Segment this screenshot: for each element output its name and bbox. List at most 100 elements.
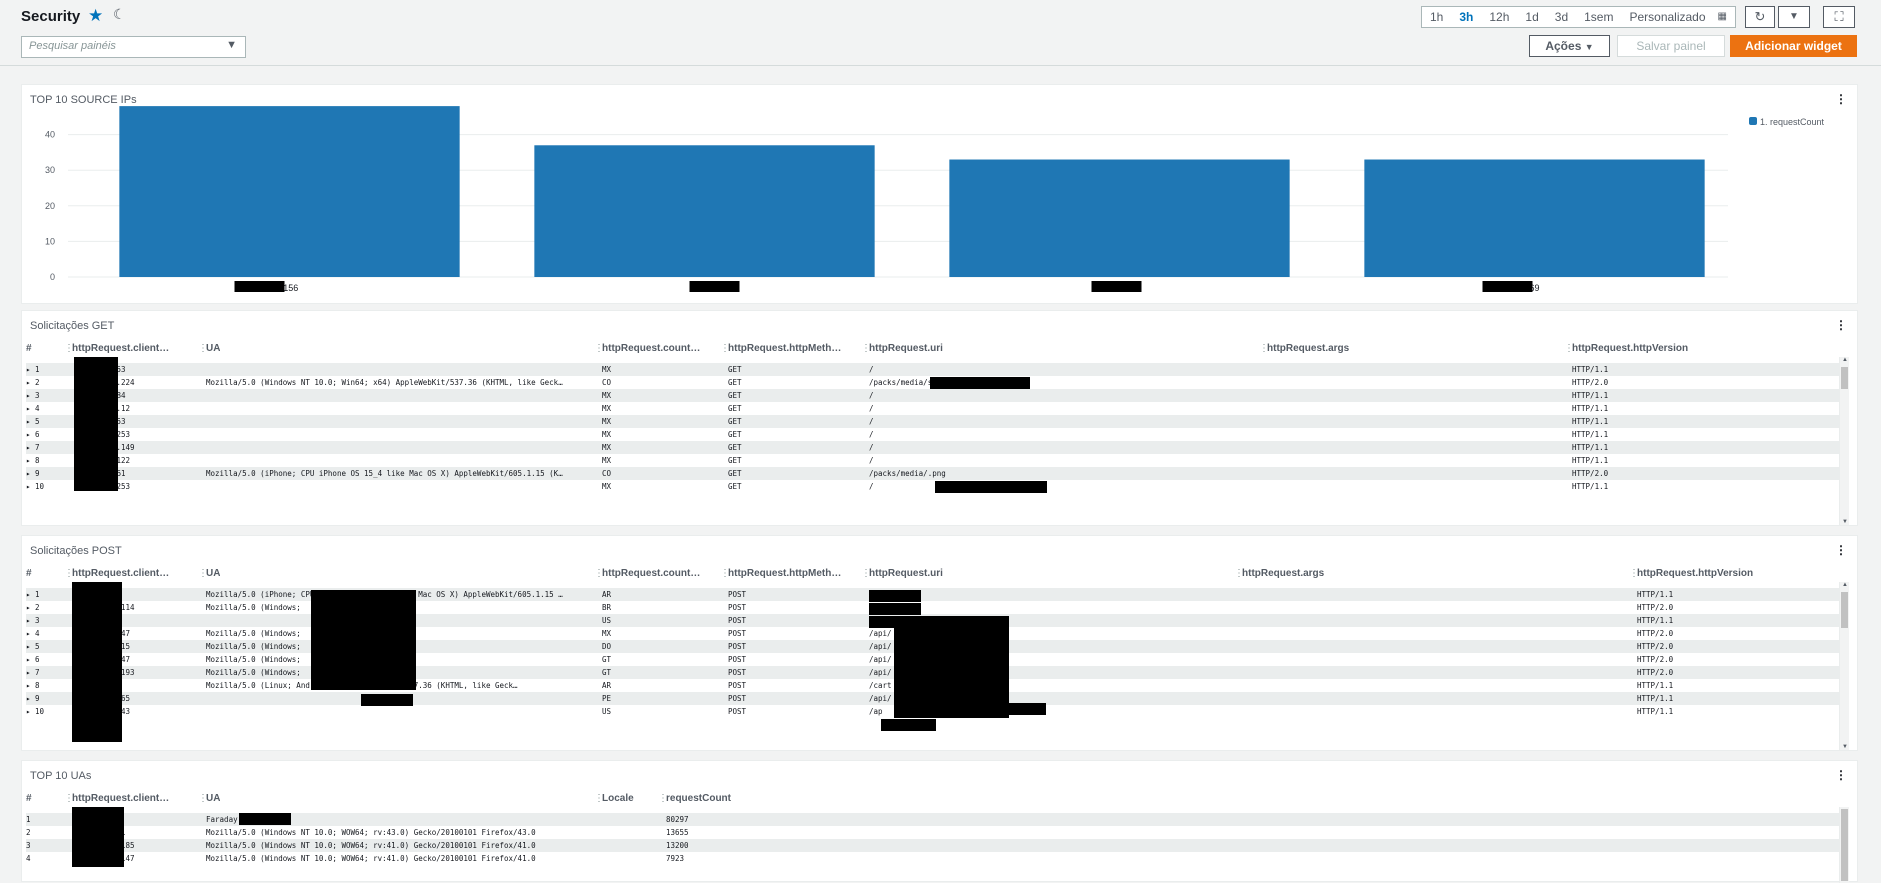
favorite-star-icon[interactable]: ★ [88, 6, 103, 26]
column-header[interactable]: httpRequest.client… [72, 793, 169, 804]
calendar-icon[interactable]: ▦ [1710, 7, 1735, 27]
table-scrollbar[interactable] [1839, 807, 1849, 883]
column-header[interactable]: httpRequest.httpMeth… [728, 343, 841, 354]
save-dashboard-button[interactable]: Salvar painel [1617, 35, 1725, 57]
column-resize-handle[interactable]: ⋮ [198, 343, 208, 354]
fullscreen-button[interactable]: ⛶ [1823, 6, 1855, 28]
time-range-12h[interactable]: 12h [1481, 7, 1517, 27]
column-header[interactable]: httpRequest.args [1267, 343, 1349, 354]
column-resize-handle[interactable]: ⋮ [720, 568, 730, 579]
table-row[interactable]: 17Faraday80297 [26, 813, 1839, 826]
table-cell: HTTP/2.0 [1637, 668, 1674, 677]
scrollbar-thumb[interactable] [1841, 592, 1848, 628]
scroll-up-icon[interactable]: ▲ [1840, 357, 1850, 363]
time-range-1sem[interactable]: 1sem [1576, 7, 1621, 27]
redaction-block [930, 377, 1030, 389]
table-row[interactable]: ▸ 183Mozilla/5.0 (iPhone; CPU iPhone OS … [26, 588, 1839, 601]
scrollbar-thumb[interactable] [1841, 367, 1848, 389]
row-index: ▸ 10 [26, 707, 45, 716]
widget-menu-icon[interactable]: ⋮ [1835, 768, 1847, 782]
redaction-block [869, 590, 921, 602]
redaction-block [74, 357, 118, 491]
table-row[interactable]: ▸ 7 4.149 MX GET / HTTP/1.1 [26, 441, 1839, 454]
column-header[interactable]: UA [206, 793, 220, 804]
table-row[interactable]: ▸ 6 .253 MX GET / HTTP/1.1 [26, 428, 1839, 441]
column-resize-handle[interactable]: ⋮ [1234, 568, 1244, 579]
column-resize-handle[interactable]: ⋮ [594, 568, 604, 579]
column-header[interactable]: httpRequest.httpVersion [1572, 343, 1688, 354]
row-index: ▸ 5 [26, 417, 40, 426]
table-cell: GET [728, 456, 742, 465]
column-resize-handle[interactable]: ⋮ [1259, 343, 1269, 354]
table-row[interactable]: 2.51Mozilla/5.0 (Windows NT 10.0; WOW64;… [26, 826, 1839, 839]
scroll-down-icon[interactable]: ▼ [1840, 519, 1850, 525]
table-row[interactable]: 34.185Mozilla/5.0 (Windows NT 10.0; WOW6… [26, 839, 1839, 852]
scroll-down-icon[interactable]: ▼ [1840, 744, 1850, 750]
column-header[interactable]: httpRequest.count… [602, 568, 700, 579]
page-scrollbar[interactable] [1870, 66, 1881, 882]
column-header[interactable]: httpRequest.count… [602, 343, 700, 354]
column-header[interactable]: httpRequest.args [1242, 568, 1324, 579]
column-header[interactable]: # [26, 343, 32, 354]
table-row[interactable]: ▸ 4 6.12 MX GET / HTTP/1.1 [26, 402, 1839, 415]
table-cell: / [869, 456, 874, 465]
table-scrollbar[interactable]: ▲ ▼ [1839, 582, 1849, 750]
refresh-button[interactable]: ↻ [1745, 6, 1775, 28]
column-header[interactable]: # [26, 793, 32, 804]
widget-menu-icon[interactable]: ⋮ [1835, 543, 1847, 557]
redaction-block [361, 694, 413, 706]
column-resize-handle[interactable]: ⋮ [198, 793, 208, 804]
table-row[interactable]: ▸ 3 .84 MX GET / HTTP/1.1 [26, 389, 1839, 402]
search-dashboards-input[interactable]: Pesquisar painéis ▼ [21, 36, 246, 58]
actions-button[interactable]: Ações ▼ [1529, 35, 1610, 57]
time-range-1d[interactable]: 1d [1517, 7, 1546, 27]
widget-menu-icon[interactable]: ⋮ [1835, 318, 1847, 332]
add-widget-button[interactable]: Adicionar widget [1730, 35, 1857, 57]
column-header[interactable]: Locale [602, 793, 634, 804]
column-header[interactable]: httpRequest.httpMeth… [728, 568, 841, 579]
column-resize-handle[interactable]: ⋮ [861, 568, 871, 579]
column-resize-handle[interactable]: ⋮ [64, 793, 74, 804]
column-resize-handle[interactable]: ⋮ [594, 793, 604, 804]
column-header[interactable]: httpRequest.client… [72, 343, 169, 354]
column-header[interactable]: UA [206, 568, 220, 579]
redaction-block [881, 719, 936, 731]
table-row[interactable]: ▸ 8 .122 MX GET / HTTP/1.1 [26, 454, 1839, 467]
column-resize-handle[interactable]: ⋮ [594, 343, 604, 354]
time-range-3d[interactable]: 3d [1547, 7, 1576, 27]
dark-mode-icon[interactable]: ☾ [113, 6, 126, 23]
chevron-down-icon: ▼ [1584, 42, 1594, 52]
column-header[interactable]: httpRequest.uri [869, 343, 943, 354]
column-resize-handle[interactable]: ⋮ [64, 568, 74, 579]
table-row[interactable]: ▸ 5 .53 MX GET / HTTP/1.1 [26, 415, 1839, 428]
scrollbar-thumb[interactable] [1841, 809, 1848, 881]
column-resize-handle[interactable]: ⋮ [64, 343, 74, 354]
column-header[interactable]: httpRequest.httpVersion [1637, 568, 1753, 579]
column-resize-handle[interactable]: ⋮ [658, 793, 668, 804]
table-row[interactable]: ▸ 9.61 Mozilla/5.0 (iPhone; CPU iPhone OS… [26, 467, 1839, 480]
column-header[interactable]: UA [206, 343, 220, 354]
time-range-3h[interactable]: 3h [1451, 7, 1481, 27]
table-row[interactable]: ▸ 10 .253 MX GET / HTTP/1.1 [26, 480, 1839, 493]
column-header[interactable]: # [26, 568, 32, 579]
column-resize-handle[interactable]: ⋮ [1629, 568, 1639, 579]
table-row[interactable]: ▸ 25.114Mozilla/5.0 (Windows;BRPOSTusHTT… [26, 601, 1839, 614]
column-resize-handle[interactable]: ⋮ [861, 343, 871, 354]
column-header[interactable]: httpRequest.client… [72, 568, 169, 579]
table-scrollbar[interactable]: ▲ ▼ [1839, 357, 1849, 525]
table-row[interactable]: 42.147Mozilla/5.0 (Windows NT 10.0; WOW6… [26, 852, 1839, 865]
table-row[interactable]: ▸ 1 .53 MX GET / HTTP/1.1 [26, 363, 1839, 376]
time-range-custom[interactable]: Personalizado [1621, 7, 1713, 27]
table-cell: POST [728, 616, 747, 625]
column-header[interactable]: requestCount [666, 793, 731, 804]
column-resize-handle[interactable]: ⋮ [720, 343, 730, 354]
column-resize-handle[interactable]: ⋮ [198, 568, 208, 579]
table-cell: .122 [112, 456, 131, 465]
table-cell: US [602, 707, 612, 716]
column-header[interactable]: httpRequest.uri [869, 568, 943, 579]
scroll-up-icon[interactable]: ▲ [1840, 582, 1850, 588]
table-cell: / [869, 482, 874, 491]
refresh-options-button[interactable]: ▼ [1778, 6, 1810, 28]
column-resize-handle[interactable]: ⋮ [1564, 343, 1574, 354]
time-range-1h[interactable]: 1h [1422, 7, 1451, 27]
